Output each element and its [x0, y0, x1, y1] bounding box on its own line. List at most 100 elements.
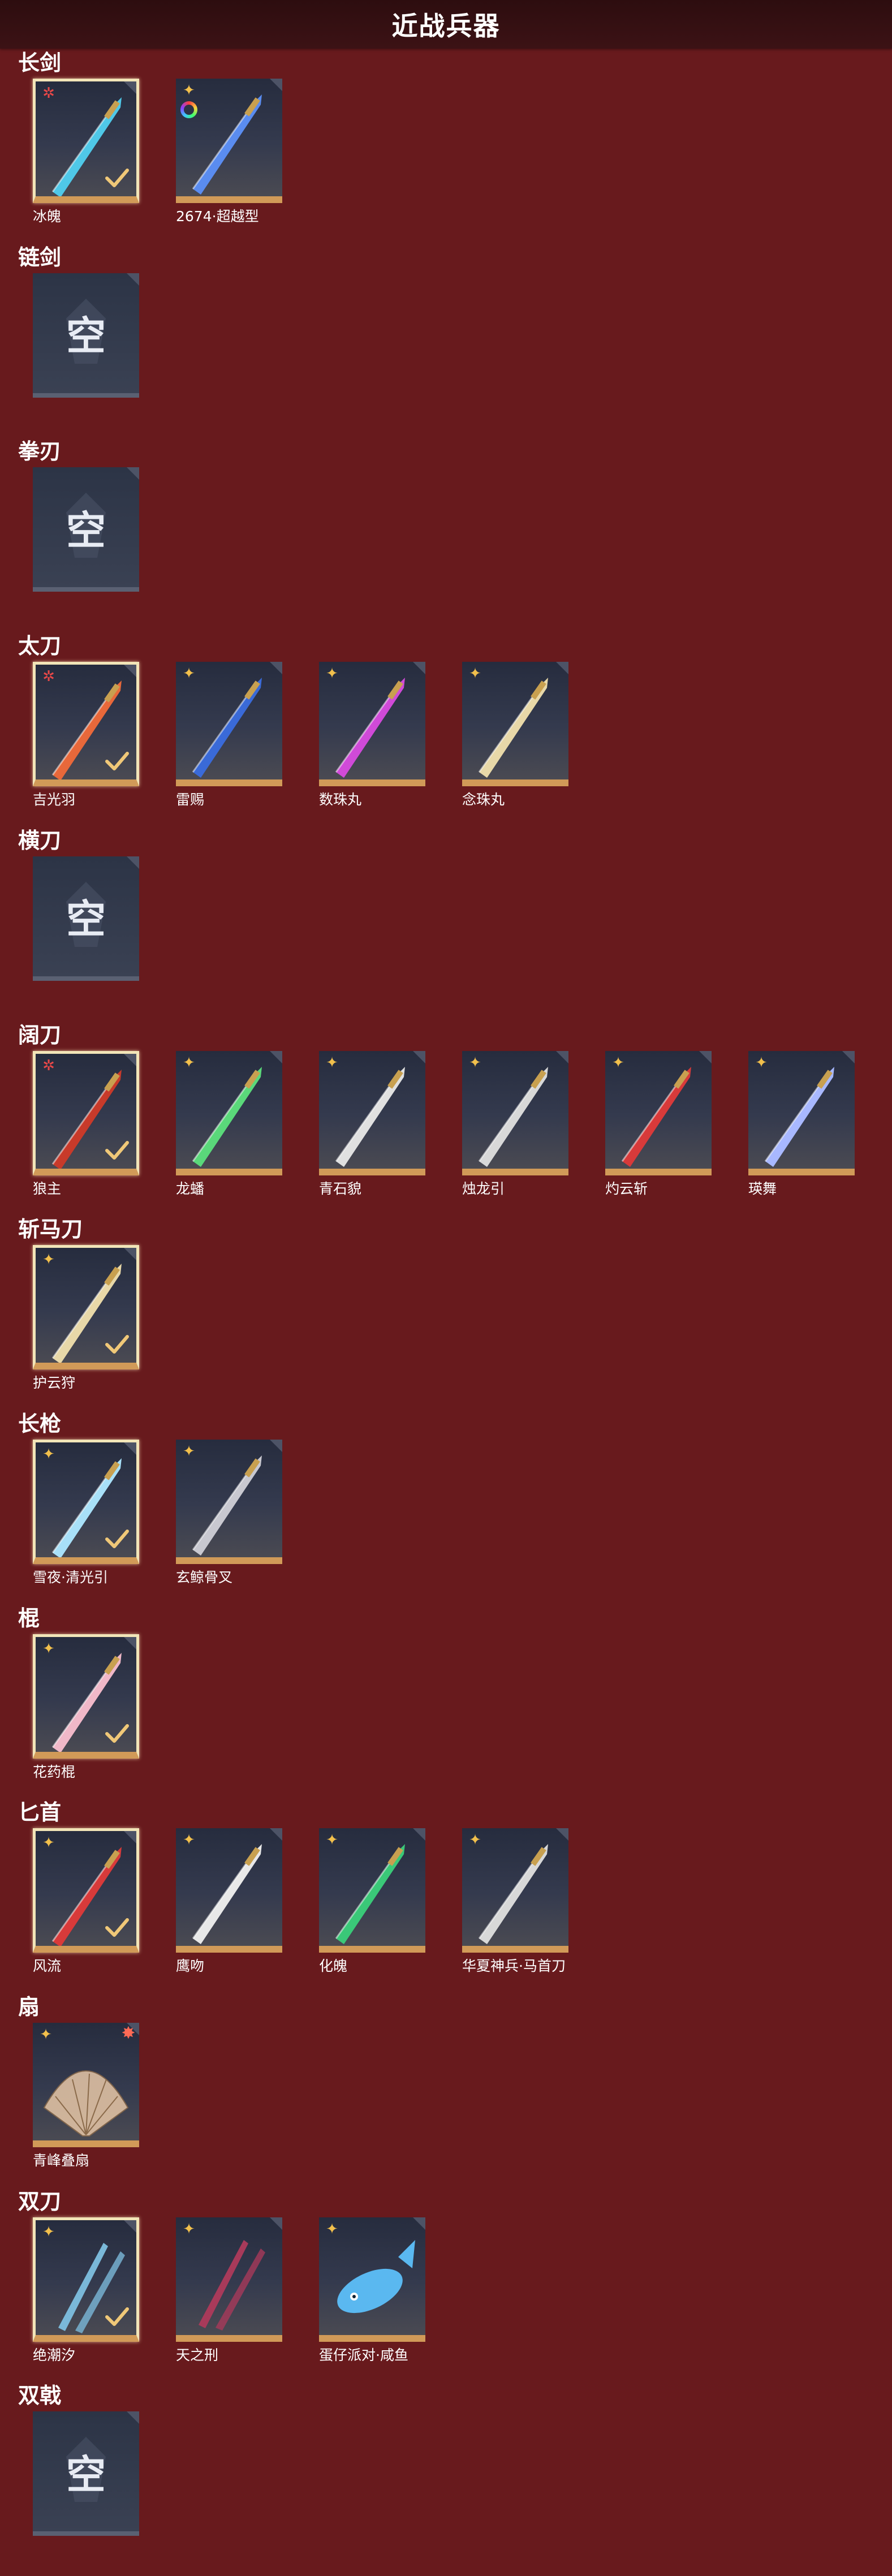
weapon-thumbnail: ✦	[319, 1828, 425, 1953]
weapon-card[interactable]: ✦ 化魄	[319, 1828, 425, 1975]
category-title: 匕首	[18, 1800, 62, 1825]
weapon-card[interactable]: ✦ 鹰吻	[176, 1828, 282, 1975]
empty-label: 空	[66, 507, 106, 554]
weapon-name: 花药棍	[33, 1763, 76, 1780]
checkmark-icon	[105, 1335, 129, 1354]
weapon-name: 雪夜·清光引	[33, 1569, 108, 1586]
weapon-name: 狼主	[33, 1180, 62, 1197]
weapon-card[interactable]: ✲ 狼主	[33, 1050, 139, 1198]
weapon-name: 灼云斩	[605, 1180, 648, 1197]
weapon-card[interactable]: ✦ 烛龙引	[462, 1050, 568, 1198]
weapon-card[interactable]: ✦ 风流	[33, 1828, 139, 1975]
weapon-thumbnail: ✦	[176, 2217, 282, 2342]
gold-shuriken-icon: ✦	[469, 1832, 481, 1849]
category-title: 横刀	[18, 828, 62, 853]
weapon-card[interactable]: ✦ 护云狩	[33, 1245, 139, 1392]
weapon-card[interactable]: ✦ 瑛舞	[748, 1050, 855, 1198]
red-star-icon: ✲	[42, 1057, 55, 1074]
weapon-card[interactable]: ✲ 冰魄	[33, 79, 139, 226]
red-star-icon: ✲	[42, 85, 55, 102]
weapon-thumbnail: ✦	[33, 1634, 139, 1759]
weapon-card[interactable]: ✦ 青石貌	[319, 1050, 425, 1198]
weapon-name: 天之刑	[176, 2346, 219, 2363]
weapon-name: 瑛舞	[748, 1180, 777, 1197]
weapon-card[interactable]: ✦ 绝潮汐	[33, 2217, 139, 2364]
weapon-card[interactable]: ✦ 雪夜·清光引	[33, 1439, 139, 1587]
weapon-card[interactable]: ✦ 天之刑	[176, 2217, 282, 2364]
weapon-category-section: 长剑 ✲ 冰魄 ✦ 2674·超越型	[0, 49, 892, 243]
gold-shuriken-icon: ✦	[326, 1832, 338, 1849]
weapon-name: 护云狩	[33, 1375, 76, 1392]
corner-tab	[842, 1050, 855, 1063]
weapon-thumbnail: ✦	[462, 662, 568, 787]
weapon-card[interactable]: ✦ 华夏神兵·马首刀	[462, 1828, 568, 1975]
gold-shuriken-icon: ✦	[42, 1445, 55, 1463]
category-title: 双戟	[18, 2383, 62, 2409]
category-title: 长剑	[18, 50, 62, 75]
weapon-card[interactable]: ✲ 吉光羽	[33, 662, 139, 809]
corner-tab	[556, 662, 568, 675]
checkmark-icon	[105, 1918, 129, 1937]
weapon-name: 雷赐	[176, 791, 205, 808]
corner-tab	[270, 79, 282, 91]
weapon-thumbnail: ✦	[748, 1050, 855, 1175]
weapon-thumbnail: ✦	[176, 1050, 282, 1175]
corner-tab	[413, 662, 425, 675]
empty-weapon-slot[interactable]: 空	[33, 467, 139, 592]
weapon-name: 化魄	[319, 1958, 348, 1975]
weapon-card[interactable]: ✦ 数珠丸	[319, 662, 425, 809]
empty-weapon-slot[interactable]: 空	[33, 856, 139, 981]
weapon-name: 念珠丸	[462, 791, 505, 808]
red-badge-icon: ✸	[121, 2023, 136, 2043]
weapon-card[interactable]: ✦ 2674·超越型	[176, 79, 282, 226]
weapon-category-section: 链剑空	[0, 243, 892, 438]
weapon-thumbnail: ✲	[33, 662, 139, 787]
weapon-card[interactable]: ✦ 灼云斩	[605, 1050, 712, 1198]
slot-thumbnail: 空	[33, 273, 139, 398]
weapon-thumbnail: ✦ ✸	[33, 2023, 139, 2147]
weapon-category-section: 斩马刀 ✦ 护云狩	[0, 1215, 892, 1410]
weapon-card[interactable]: ✦ 念珠丸	[462, 662, 568, 809]
weapon-card[interactable]: ✦ 龙蟠	[176, 1050, 282, 1198]
empty-weapon-slot[interactable]: 空	[33, 2411, 139, 2536]
gold-shuriken-icon: ✦	[42, 1251, 55, 1269]
corner-tab	[413, 1050, 425, 1063]
category-title: 拳刃	[18, 439, 62, 464]
page-title: 近战兵器	[391, 11, 501, 41]
gold-shuriken-icon: ✦	[183, 82, 195, 99]
weapon-card[interactable]: ✦ 蛋仔派对·咸鱼	[319, 2217, 425, 2364]
weapon-thumbnail: ✦	[319, 1050, 425, 1175]
weapon-thumbnail: ✦	[605, 1050, 712, 1175]
corner-tab	[556, 1828, 568, 1841]
weapon-card[interactable]: ✦ 雷赐	[176, 662, 282, 809]
gold-shuriken-icon: ✦	[40, 2026, 52, 2043]
gold-shuriken-icon: ✦	[183, 2220, 195, 2238]
weapon-category-section: 横刀空	[0, 826, 892, 1021]
weapon-thumbnail: ✦	[33, 2217, 139, 2342]
corner-tab	[124, 1636, 136, 1649]
page-header: 近战兵器	[0, 0, 892, 49]
weapon-name: 吉光羽	[33, 791, 76, 808]
weapon-card[interactable]: ✦ 玄鲸骨叉	[176, 1439, 282, 1587]
weapon-card[interactable]: ✦ 花药棍	[33, 1634, 139, 1781]
checkmark-icon	[105, 2307, 129, 2326]
gold-shuriken-icon: ✦	[469, 665, 481, 683]
weapon-name: 绝潮汐	[33, 2346, 76, 2363]
empty-weapon-slot[interactable]: 空	[33, 273, 139, 398]
weapon-card[interactable]: ✦ ✸ 青峰叠扇	[33, 2023, 139, 2170]
corner-tab	[127, 273, 139, 286]
weapon-thumbnail: ✲	[33, 1050, 139, 1175]
corner-tab	[270, 662, 282, 675]
weapon-thumbnail: ✦	[176, 662, 282, 787]
category-title: 双刀	[18, 2189, 62, 2214]
gold-shuriken-icon: ✦	[469, 1054, 481, 1071]
corner-tab	[124, 1053, 136, 1066]
gold-shuriken-icon: ✦	[326, 1054, 338, 1071]
gold-shuriken-icon: ✦	[755, 1054, 768, 1071]
weapon-name: 龙蟠	[176, 1180, 205, 1197]
corner-tab	[413, 2217, 425, 2230]
weapon-category-section: 棍 ✦ 花药棍	[0, 1604, 892, 1799]
corner-tab	[124, 81, 136, 94]
category-title: 长枪	[18, 1411, 62, 1436]
red-star-icon: ✲	[42, 668, 55, 686]
